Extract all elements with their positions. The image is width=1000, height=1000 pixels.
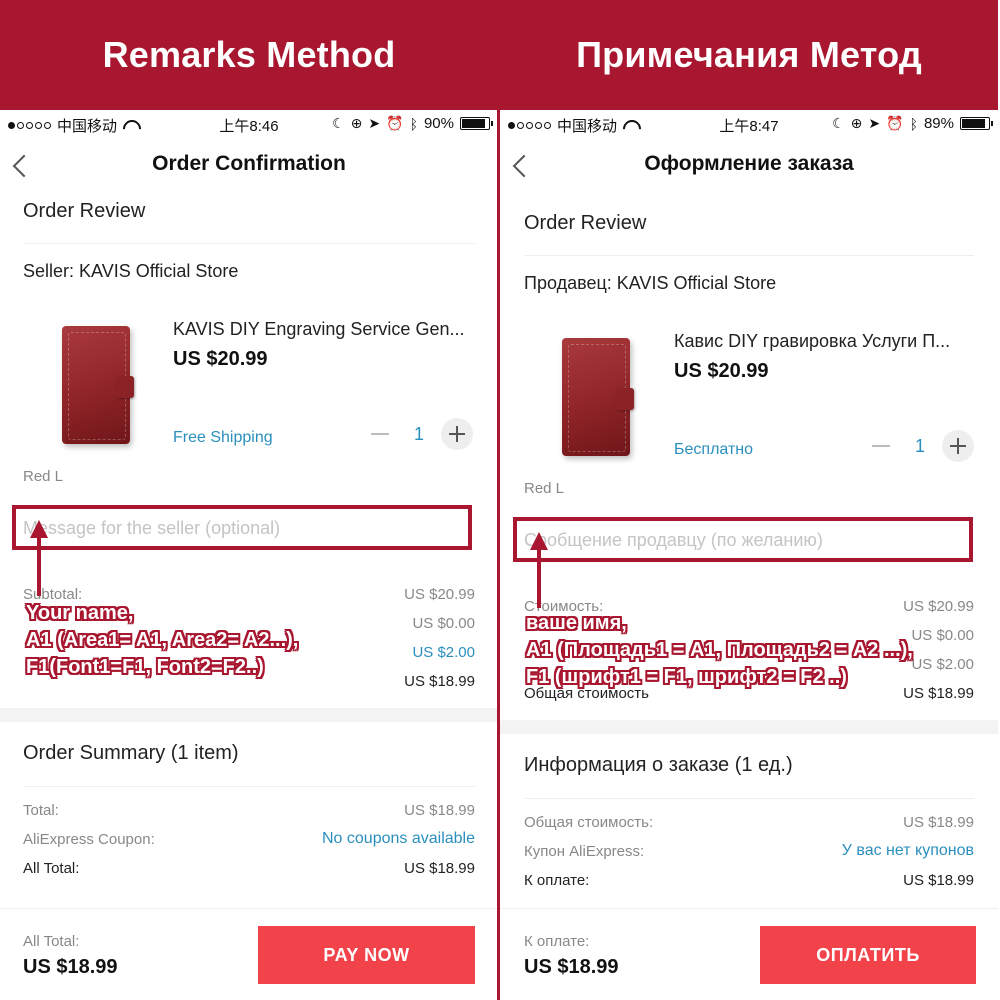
annotation-text: Your name, A1 (Area1= A1, Area2= A2...),… xyxy=(26,600,298,681)
product-name[interactable]: KAVIS DIY Engraving Service Gen... xyxy=(173,319,473,340)
nav-bar: Order Confirmation xyxy=(0,140,498,192)
coupon-value[interactable]: У вас нет купонов xyxy=(842,842,974,860)
page-title: Order Confirmation xyxy=(152,152,346,175)
annotation-line: Your name, xyxy=(26,602,134,624)
quantity-value: 1 xyxy=(915,436,926,456)
bluetooth-icon: ᛒ xyxy=(409,115,418,132)
bottom-total-label: All Total: xyxy=(23,933,80,950)
bottom-bar: К оплате: US $18.99 ОПЛАТИТЬ xyxy=(500,908,998,1000)
shipping-label: Free Shipping xyxy=(173,429,273,446)
status-bar: 中国移动 上午8:46 ☾ ⊕ ➤ ⏰ ᛒ 90% xyxy=(0,110,498,138)
shipping-cost-value: US $2.00 xyxy=(911,656,974,673)
product-price: US $20.99 xyxy=(173,348,268,370)
quantity-value: 1 xyxy=(414,424,425,444)
banner-title: Примечания Метод xyxy=(576,34,922,75)
annotation-line: F1 (шрифт1 = F1, шрифт2 = F2 ..) xyxy=(526,666,847,688)
banner: Примечания Метод xyxy=(500,0,998,110)
section-separator xyxy=(0,708,498,722)
pay-now-button[interactable]: ОПЛАТИТЬ xyxy=(760,926,976,984)
total-label: Общая стоимость: xyxy=(524,814,654,831)
total-label: Total: xyxy=(23,802,59,819)
quantity-minus-icon[interactable] xyxy=(868,433,894,459)
highlight-box xyxy=(513,517,973,562)
panel-left: Remarks Method 中国移动 上午8:46 ☾ ⊕ ➤ ⏰ ᛒ 90%… xyxy=(0,0,498,1000)
divider xyxy=(23,243,475,244)
status-bar: 中国移动 上午8:47 ☾ ⊕ ➤ ⏰ ᛒ 89% xyxy=(500,110,998,138)
bottom-bar: All Total: US $18.99 PAY NOW xyxy=(0,908,498,1000)
order-review-heading: Order Review xyxy=(524,212,647,234)
annotation-line: F1(Font1=F1, Font2=F2..) xyxy=(26,656,264,678)
panel-right: Примечания Метод 中国移动 上午8:47 ☾ ⊕ ➤ ⏰ ᛒ 8… xyxy=(500,0,998,1000)
discount-value: US $0.00 xyxy=(412,615,475,632)
lock-rotation-icon: ⊕ xyxy=(850,115,863,131)
bottom-total-value: US $18.99 xyxy=(524,956,619,978)
battery-percent: 89% xyxy=(923,115,954,132)
lock-rotation-icon: ⊕ xyxy=(350,115,363,131)
coupon-value[interactable]: No coupons available xyxy=(322,830,475,848)
panel-divider xyxy=(497,0,500,1000)
total-value: US $18.99 xyxy=(903,814,974,831)
total-value: US $18.99 xyxy=(404,802,475,819)
annotation-text: ваше имя, A1 (Площадь1 = A1, Площадь2 = … xyxy=(526,610,913,691)
battery-icon xyxy=(960,117,993,130)
product-image[interactable] xyxy=(62,326,134,444)
seller-name[interactable]: Seller: KAVIS Official Store xyxy=(23,261,238,282)
section-separator xyxy=(500,720,998,734)
order-total-value: US $18.99 xyxy=(404,673,475,690)
alarm-icon: ⏰ xyxy=(386,115,404,131)
all-total-label: К оплате: xyxy=(524,872,590,889)
coupon-label: Купон AliExpress: xyxy=(524,843,645,860)
pay-now-button[interactable]: PAY NOW xyxy=(258,926,475,984)
location-icon: ➤ xyxy=(868,115,881,131)
all-total-value: US $18.99 xyxy=(903,872,974,889)
moon-icon: ☾ xyxy=(332,115,345,131)
annotation-line: ваше имя, xyxy=(526,612,627,634)
product-name[interactable]: Кавис DIY гравировка Услуги П... xyxy=(674,331,974,352)
order-total-value: US $18.99 xyxy=(903,685,974,702)
product-price: US $20.99 xyxy=(674,360,769,382)
seller-name[interactable]: Продавец: KAVIS Official Store xyxy=(524,273,776,294)
location-icon: ➤ xyxy=(368,115,381,131)
moon-icon: ☾ xyxy=(832,115,845,131)
nav-bar: Оформление заказа xyxy=(500,140,998,192)
shipping-cost-value: US $2.00 xyxy=(412,644,475,661)
quantity-minus-icon[interactable] xyxy=(367,421,393,447)
product-variant: Red L xyxy=(524,480,565,497)
alarm-icon: ⏰ xyxy=(886,115,904,131)
all-total-value: US $18.99 xyxy=(404,860,475,877)
annotation-line: A1 (Площадь1 = A1, Площадь2 = A2 ...), xyxy=(526,639,913,661)
bluetooth-icon: ᛒ xyxy=(909,115,918,132)
banner-title: Remarks Method xyxy=(102,34,396,75)
product-variant: Red L xyxy=(23,468,64,485)
highlight-box xyxy=(12,505,472,550)
discount-value: US $0.00 xyxy=(911,627,974,644)
divider xyxy=(524,255,974,256)
quantity-plus-icon[interactable] xyxy=(942,430,974,462)
arrow-shaft xyxy=(37,536,41,596)
coupon-label: AliExpress Coupon: xyxy=(23,831,155,848)
subtotal-value: US $20.99 xyxy=(404,586,475,603)
quantity-plus-icon[interactable] xyxy=(441,418,473,450)
bottom-total-label: К оплате: xyxy=(524,933,590,950)
annotation-line: A1 (Area1= A1, Area2= A2...), xyxy=(26,629,299,651)
banner: Remarks Method xyxy=(0,0,498,110)
divider xyxy=(23,786,475,787)
divider xyxy=(524,798,974,799)
battery-icon xyxy=(460,117,493,130)
arrow-shaft xyxy=(537,548,541,608)
product-image[interactable] xyxy=(562,338,634,456)
bottom-total-value: US $18.99 xyxy=(23,956,118,978)
battery-percent: 90% xyxy=(423,115,454,132)
subtotal-value: US $20.99 xyxy=(903,598,974,615)
page-title: Оформление заказа xyxy=(644,152,854,175)
order-review-heading: Order Review xyxy=(23,200,146,222)
shipping-label: Бесплатно xyxy=(674,441,754,458)
order-summary-heading: Информация о заказе (1 ед.) xyxy=(524,754,793,776)
order-summary-heading: Order Summary (1 item) xyxy=(23,742,239,764)
all-total-label: All Total: xyxy=(23,860,80,877)
